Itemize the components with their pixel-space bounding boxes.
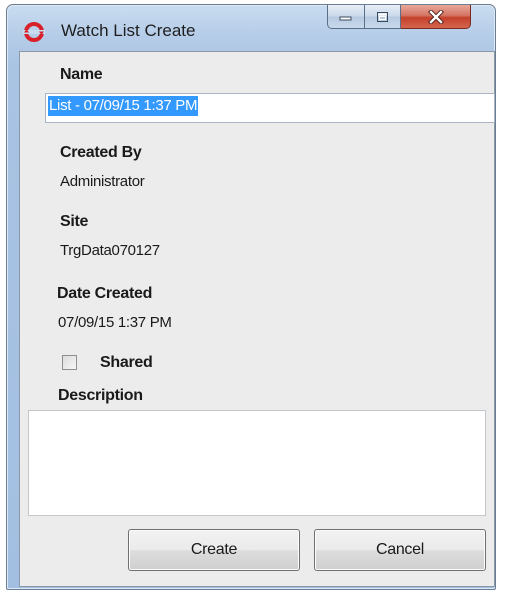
close-button[interactable]	[401, 5, 471, 29]
description-textarea[interactable]	[28, 410, 486, 516]
shared-label[interactable]: Shared	[100, 354, 153, 372]
name-input-value: List - 07/09/15 1:37 PM	[48, 96, 199, 116]
maximize-button[interactable]	[365, 5, 401, 29]
name-input[interactable]: List - 07/09/15 1:37 PM	[45, 93, 495, 123]
site-value: TrgData070127	[60, 242, 160, 259]
created-by-value: Administrator	[60, 173, 145, 190]
site-label: Site	[60, 213, 89, 230]
minimize-icon	[339, 16, 352, 20]
caption-buttons	[327, 5, 491, 29]
create-button[interactable]: Create	[128, 529, 300, 571]
watch-list-create-dialog: Watch List Create Name List - 07/09/15 1…	[6, 4, 496, 590]
maximize-icon	[376, 11, 388, 22]
description-label: Description	[58, 387, 143, 404]
cancel-button[interactable]: Cancel	[314, 529, 486, 571]
close-icon	[427, 9, 444, 24]
app-logo-icon	[23, 22, 45, 42]
date-created-label: Date Created	[57, 285, 153, 302]
title-bar[interactable]: Watch List Create	[7, 5, 495, 51]
name-label: Name	[60, 66, 103, 83]
dialog-content: Name List - 07/09/15 1:37 PM Created By …	[19, 51, 495, 587]
shared-checkbox[interactable]	[62, 355, 77, 370]
date-created-value: 07/09/15 1:37 PM	[58, 314, 172, 331]
window-title: Watch List Create	[61, 21, 196, 40]
created-by-label: Created By	[60, 144, 142, 161]
minimize-button[interactable]	[327, 5, 365, 29]
